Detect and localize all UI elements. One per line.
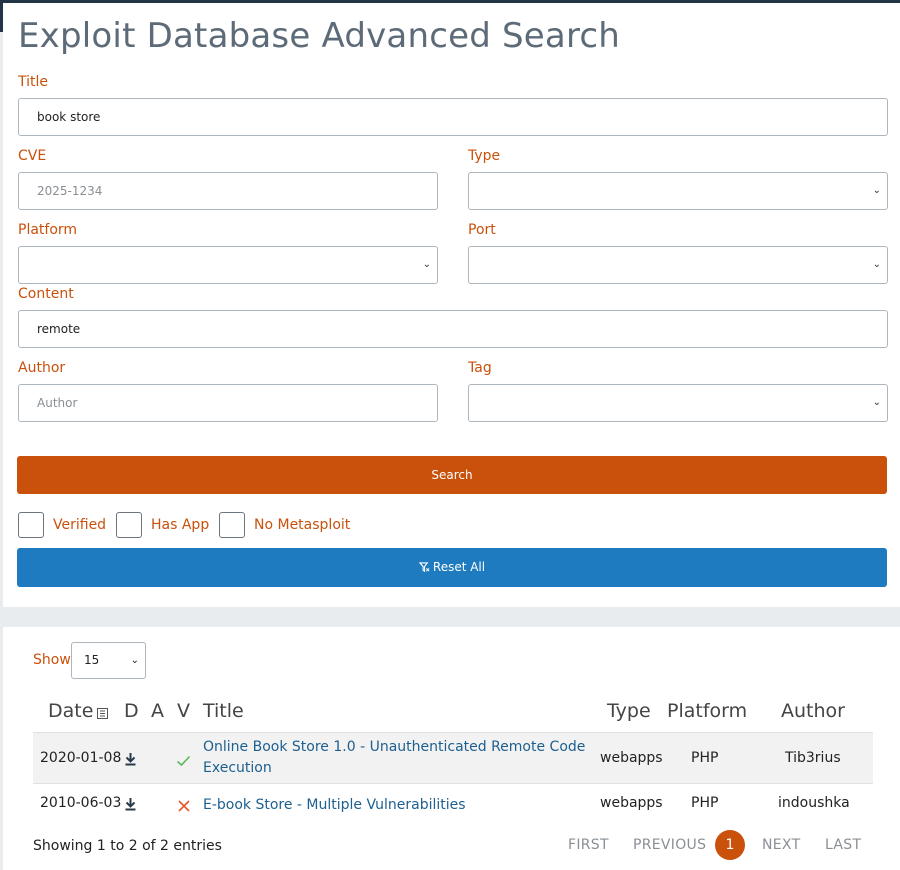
column-header-date[interactable]: Date xyxy=(48,700,93,722)
has-app-checkbox[interactable] xyxy=(116,512,142,538)
pagination-last[interactable]: LAST xyxy=(825,837,861,853)
search-button[interactable]: Search xyxy=(17,456,887,494)
column-header-download: D xyxy=(124,700,139,722)
page-title: Exploit Database Advanced Search xyxy=(18,16,621,56)
show-entries-value: 15 xyxy=(84,653,100,667)
title-label: Title xyxy=(18,74,49,90)
row-title-link[interactable]: E-book Store - Multiple Vulnerabilities xyxy=(203,795,466,816)
reset-all-label: Reset All xyxy=(432,560,486,574)
port-select[interactable]: ⌄ xyxy=(468,246,888,284)
column-header-title[interactable]: Title xyxy=(203,700,244,722)
column-header-verified: V xyxy=(177,700,190,722)
row-author[interactable]: Tib3rius xyxy=(785,750,841,766)
pagination-previous[interactable]: PREVIOUS xyxy=(633,837,706,853)
row-platform[interactable]: PHP xyxy=(691,795,718,811)
chevron-down-icon: ⌄ xyxy=(872,259,881,270)
download-icon[interactable] xyxy=(124,796,137,815)
pagination-current-page[interactable]: 1 xyxy=(715,830,745,860)
row-title-line1[interactable]: Online Book Store 1.0 - Unauthenticated … xyxy=(203,739,585,755)
pagination-first[interactable]: FIRST xyxy=(568,837,609,853)
download-icon[interactable] xyxy=(124,751,137,770)
port-label: Port xyxy=(468,222,496,238)
title-input[interactable]: book store xyxy=(18,98,888,136)
row-platform[interactable]: PHP xyxy=(691,750,718,766)
show-entries-label: Show xyxy=(33,652,71,668)
sort-icon[interactable] xyxy=(97,704,108,723)
chevron-down-icon: ⌄ xyxy=(872,185,881,196)
platform-select[interactable]: ⌄ xyxy=(18,246,438,284)
column-header-app: A xyxy=(151,700,164,722)
cve-input[interactable]: 2025-1234 xyxy=(18,172,438,210)
row-title-link[interactable]: Online Book Store 1.0 - Unauthenticated … xyxy=(203,737,585,779)
unverified-x-icon xyxy=(178,797,190,816)
type-select[interactable]: ⌄ xyxy=(468,172,888,210)
type-label: Type xyxy=(468,148,501,164)
chevron-down-icon: ⌄ xyxy=(422,259,431,270)
pagination-next[interactable]: NEXT xyxy=(762,837,800,853)
chevron-down-icon: ⌄ xyxy=(130,655,139,666)
row-author[interactable]: indoushka xyxy=(778,795,850,811)
no-metasploit-checkbox[interactable] xyxy=(219,512,245,538)
row-date: 2010-06-03 xyxy=(40,795,122,811)
filter-clear-icon xyxy=(418,562,430,573)
content-input[interactable]: remote xyxy=(18,310,888,348)
column-header-type[interactable]: Type xyxy=(607,700,651,722)
verified-label[interactable]: Verified xyxy=(53,517,106,533)
row-type[interactable]: webapps xyxy=(600,795,663,811)
chevron-down-icon: ⌄ xyxy=(872,397,881,408)
platform-label: Platform xyxy=(18,222,78,238)
content-label: Content xyxy=(18,286,74,302)
has-app-label[interactable]: Has App xyxy=(151,517,209,533)
cve-label: CVE xyxy=(18,148,47,164)
column-header-author[interactable]: Author xyxy=(781,700,845,722)
reset-all-button[interactable]: Reset All xyxy=(17,548,887,587)
no-metasploit-label[interactable]: No Metasploit xyxy=(254,517,350,533)
show-entries-select[interactable]: 15 ⌄ xyxy=(71,642,146,679)
verified-checkbox[interactable] xyxy=(18,512,44,538)
verified-check-icon xyxy=(176,752,191,771)
row-type[interactable]: webapps xyxy=(600,750,663,766)
entries-info: Showing 1 to 2 of 2 entries xyxy=(33,838,222,854)
column-header-platform[interactable]: Platform xyxy=(667,700,747,722)
row-title-line2[interactable]: Execution xyxy=(203,760,272,776)
tag-label: Tag xyxy=(468,360,492,376)
row-date: 2020-01-08 xyxy=(40,750,122,766)
author-label: Author xyxy=(18,360,66,376)
tag-select[interactable]: ⌄ xyxy=(468,384,888,422)
author-input[interactable]: Author xyxy=(18,384,438,422)
